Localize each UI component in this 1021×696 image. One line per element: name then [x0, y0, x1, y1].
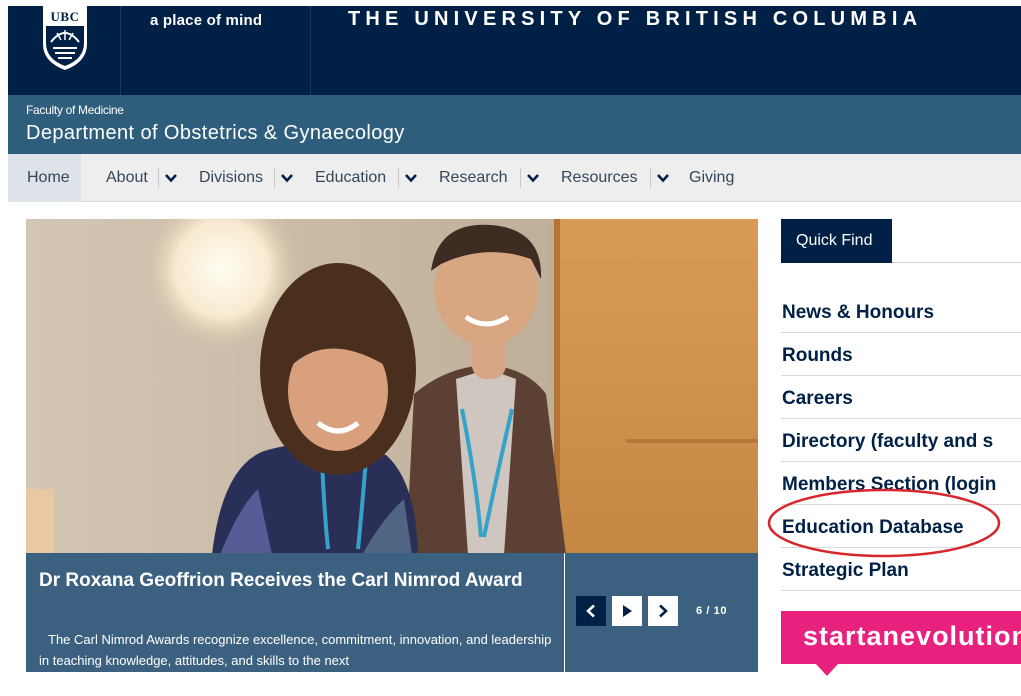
slider-prev-button[interactable]	[576, 596, 606, 626]
nav-dropdown-education[interactable]	[398, 168, 420, 188]
header-divider	[310, 6, 311, 95]
quick-find-list: News & Honours Rounds Careers Directory …	[781, 290, 1021, 591]
nav-item-resources[interactable]: Resources	[561, 154, 637, 202]
nav-item-home[interactable]: Home	[8, 154, 81, 202]
ubc-global-header: UBC a place of mind THE UNIVERSITY OF BR…	[8, 6, 1021, 95]
slider-play-button[interactable]	[612, 596, 642, 626]
chevron-down-icon	[165, 174, 177, 183]
play-icon	[623, 605, 632, 617]
slide-photo-image	[26, 219, 758, 555]
quick-find-label: Members Section (login	[782, 474, 997, 495]
promo-banner[interactable]: startanevolution	[781, 611, 1021, 664]
nav-item-giving[interactable]: Giving	[689, 154, 734, 202]
nav-item-about[interactable]: About	[106, 154, 148, 202]
slide-title[interactable]: Dr Roxana Geoffrion Receives the Carl Ni…	[39, 570, 549, 592]
quick-find-item-strategic-plan[interactable]: Strategic Plan	[781, 548, 1021, 591]
quick-find-label: Rounds	[782, 345, 853, 366]
quick-find-item-careers[interactable]: Careers	[781, 376, 1021, 419]
chevron-left-icon	[586, 604, 595, 618]
main-nav: Home About Divisions Education Research …	[8, 154, 1021, 202]
slider-controls: 6 / 10	[564, 553, 758, 672]
slider-next-button[interactable]	[648, 596, 678, 626]
ubc-crest-logo[interactable]: UBC	[41, 6, 89, 72]
nav-dropdown-divisions[interactable]	[274, 168, 296, 188]
ubc-logo-text: UBC	[50, 9, 80, 24]
nav-dropdown-resources[interactable]	[650, 168, 672, 188]
slide-caption: Dr Roxana Geoffrion Receives the Carl Ni…	[26, 553, 564, 672]
department-title[interactable]: Department of Obstetrics & Gynaecology	[26, 122, 405, 145]
nav-item-divisions[interactable]: Divisions	[199, 154, 263, 202]
nav-item-research[interactable]: Research	[439, 154, 507, 202]
tab-quick-find[interactable]: Quick Find	[781, 219, 892, 263]
quick-find-item-members[interactable]: Members Section (login	[781, 462, 1021, 505]
feature-slider: Dr Roxana Geoffrion Receives the Carl Ni…	[26, 219, 758, 672]
tab-divider	[892, 262, 1021, 263]
chevron-right-icon	[659, 604, 668, 618]
chevron-down-icon	[281, 174, 293, 183]
promo-pointer	[816, 664, 838, 676]
unit-band: Faculty of Medicine Department of Obstet…	[8, 95, 1021, 154]
tagline[interactable]: a place of mind	[150, 12, 262, 29]
faculty-link[interactable]: Faculty of Medicine	[26, 103, 124, 117]
quick-find-item-education-database[interactable]: Education Database	[781, 505, 1021, 548]
quick-find-label: Education Database	[782, 517, 964, 538]
quick-find-label: Directory (faculty and s	[782, 431, 994, 452]
nav-dropdown-about[interactable]	[158, 168, 180, 188]
quick-find-label: News & Honours	[782, 302, 935, 323]
quick-find-item-directory[interactable]: Directory (faculty and s	[781, 419, 1021, 462]
nav-dropdown-research[interactable]	[520, 168, 542, 188]
quick-find-item-rounds[interactable]: Rounds	[781, 333, 1021, 376]
university-name[interactable]: THE UNIVERSITY OF BRITISH COLUMBIA	[348, 8, 922, 31]
quick-find-item-news[interactable]: News & Honours	[781, 290, 1021, 333]
chevron-down-icon	[405, 174, 417, 183]
slide-counter: 6 / 10	[696, 605, 728, 617]
slide-photo[interactable]	[26, 219, 758, 555]
header-divider	[120, 6, 121, 95]
promo-text: startanevolution	[803, 621, 1021, 651]
quick-find-label: Careers	[782, 388, 853, 409]
nav-item-education[interactable]: Education	[315, 154, 386, 202]
quick-find-label: Strategic Plan	[782, 560, 909, 581]
slide-summary: The Carl Nimrod Awards recognize excelle…	[39, 632, 552, 668]
chevron-down-icon	[527, 174, 539, 183]
chevron-down-icon	[657, 174, 669, 183]
